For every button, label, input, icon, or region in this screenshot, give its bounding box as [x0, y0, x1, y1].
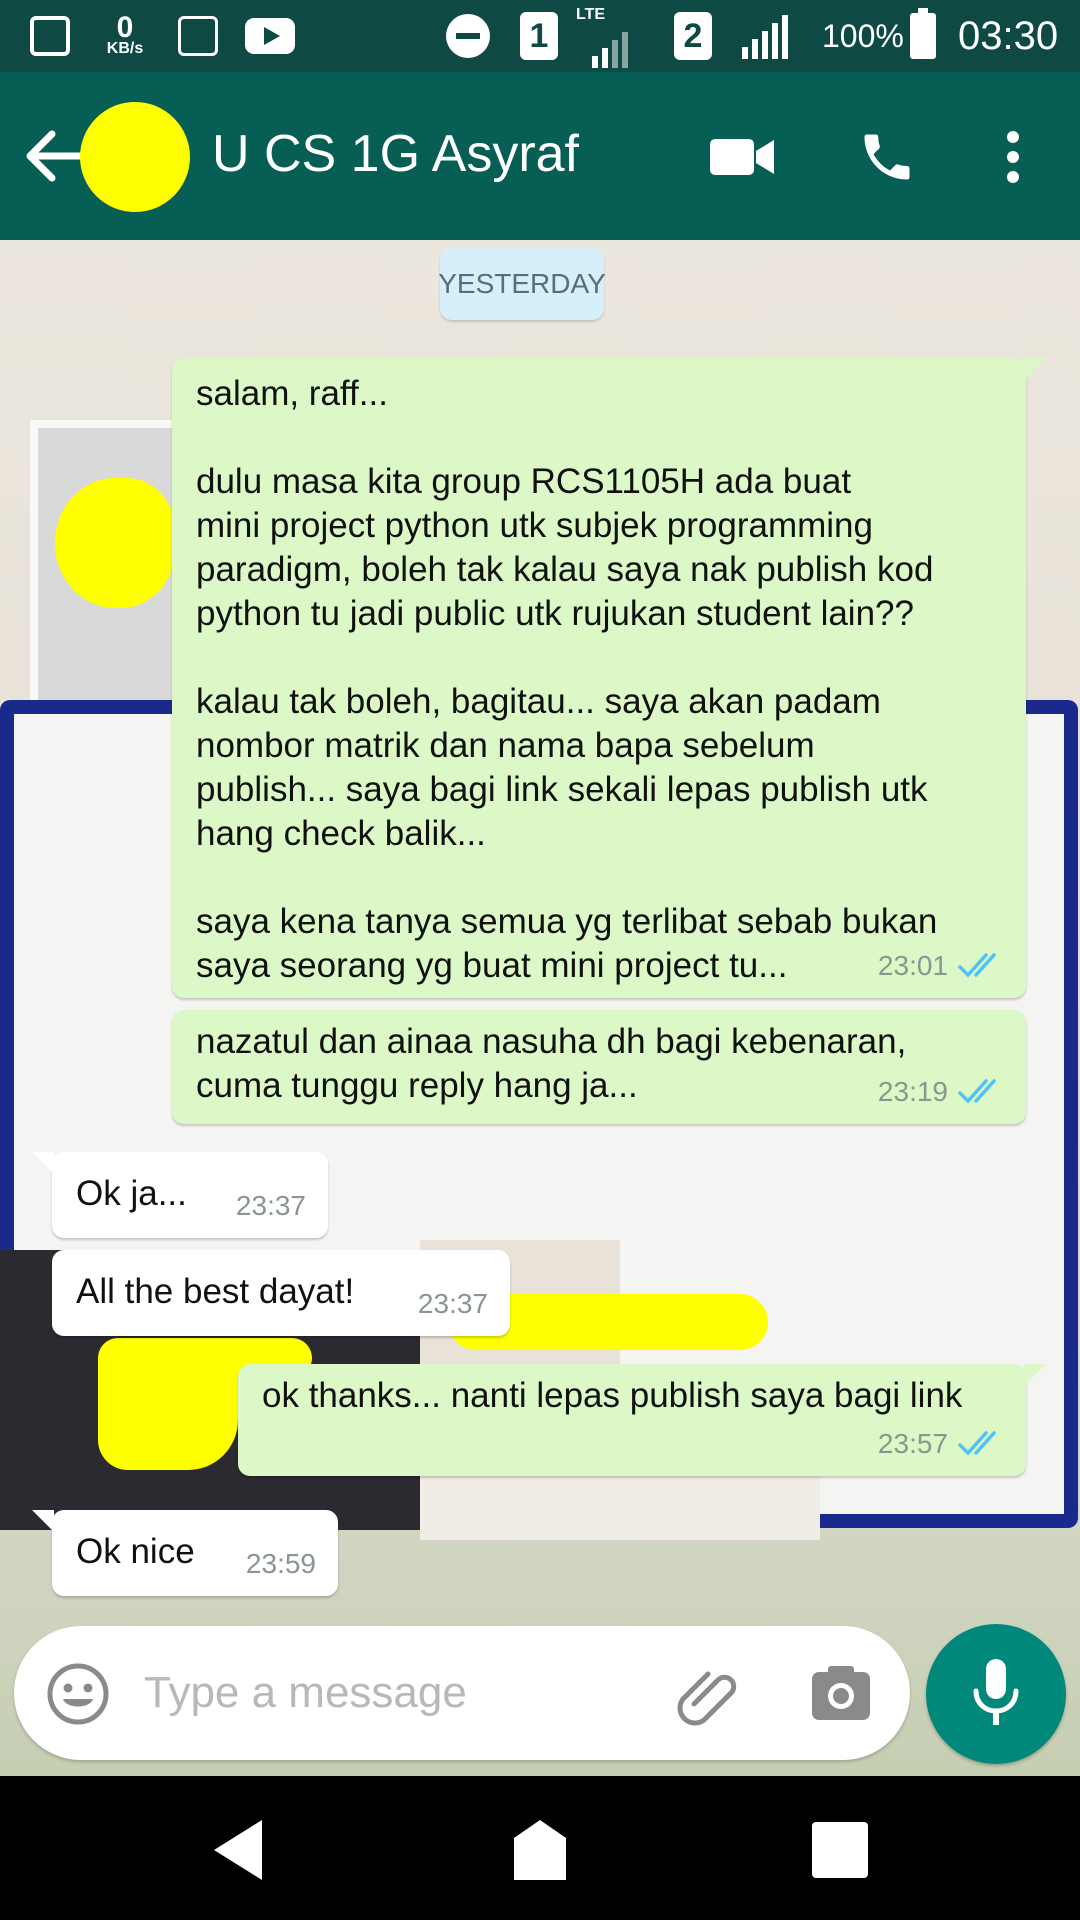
sim2-icon: 2 — [674, 0, 712, 72]
emoji-icon[interactable] — [46, 1662, 110, 1726]
battery-percent: 100% — [822, 17, 904, 54]
status-bar: 0 KB/s 1 LTE 2 100% 03:30 — [0, 0, 1080, 72]
nav-back-icon[interactable] — [200, 1810, 280, 1890]
message-bubble-incoming[interactable]: Ok nice 23:59 — [32, 1510, 338, 1596]
chat-header: U CS 1G Asyraf — [0, 72, 1080, 240]
net-speed: 0 KB/s — [98, 0, 152, 72]
do-not-disturb-icon — [446, 0, 490, 72]
message-bubble-outgoing[interactable]: salam, raff... dulu masa kita group RCS1… — [172, 358, 1046, 998]
read-receipt-icon — [958, 1079, 996, 1104]
battery-icon — [910, 0, 936, 72]
message-meta: 23:57 — [878, 1422, 1004, 1466]
avatar[interactable] — [80, 102, 190, 212]
signal-icon — [742, 0, 788, 72]
message-input[interactable]: Type a message — [144, 1668, 467, 1718]
mic-icon — [973, 1659, 1019, 1725]
message-bubble-outgoing[interactable]: nazatul dan ainaa nasuha dh bagi kebenar… — [172, 1010, 1026, 1124]
message-time: 23:57 — [877, 1428, 948, 1459]
gallery-icon — [178, 0, 218, 72]
message-meta: 23:37 — [418, 1282, 488, 1326]
date-divider: YESTERDAY — [438, 248, 606, 320]
message-bubble-outgoing[interactable]: ok thanks... nanti lepas publish saya ba… — [238, 1364, 1046, 1476]
net-speed-value: 0 — [116, 11, 134, 44]
sim1-label: 1 — [520, 12, 558, 60]
mic-button[interactable] — [926, 1624, 1066, 1764]
net-speed-unit: KB/s — [106, 40, 144, 57]
more-options-icon[interactable] — [968, 112, 1058, 202]
sim1-icon: 1 — [520, 0, 558, 72]
message-time: 23:37 — [417, 1288, 488, 1319]
message-meta: 23:59 — [246, 1542, 316, 1586]
message-time: 23:37 — [235, 1190, 306, 1221]
nav-home-icon[interactable] — [500, 1810, 580, 1890]
message-time: 23:19 — [877, 1076, 948, 1107]
message-bubble-incoming[interactable]: All the best dayat! 23:37 — [52, 1250, 510, 1336]
navigation-bar — [0, 1776, 1080, 1920]
clock: 03:30 — [958, 13, 1059, 58]
message-meta: 23:01 — [878, 944, 1004, 988]
message-text: salam, raff... dulu masa kita group RCS1… — [196, 374, 938, 985]
chat-area[interactable]: YESTERDAY salam, raff... dulu masa kita … — [0, 240, 1080, 1776]
message-bubble-incoming[interactable]: Ok ja... 23:37 — [32, 1152, 328, 1238]
message-time: 23:59 — [245, 1548, 316, 1579]
message-time: 23:01 — [877, 950, 948, 981]
message-composer[interactable]: Type a message — [14, 1626, 910, 1760]
screen-mirror-icon — [30, 0, 70, 72]
camera-icon[interactable] — [810, 1664, 872, 1722]
network-type: LTE — [576, 6, 606, 23]
message-meta: 23:19 — [878, 1070, 1004, 1114]
nav-recents-icon[interactable] — [800, 1810, 880, 1890]
attach-icon[interactable] — [674, 1660, 740, 1726]
redaction-mark — [55, 478, 175, 608]
read-receipt-icon — [958, 953, 996, 978]
contact-name[interactable]: U CS 1G Asyraf — [212, 124, 579, 184]
lte-signal-icon: LTE — [572, 0, 642, 72]
message-meta: 23:37 — [236, 1184, 306, 1228]
video-call-icon[interactable] — [698, 112, 788, 202]
sim2-label: 2 — [674, 12, 712, 60]
message-text: ok thanks... nanti lepas publish saya ba… — [262, 1376, 963, 1415]
redaction-mark — [98, 1340, 238, 1470]
youtube-icon — [245, 0, 295, 72]
voice-call-icon[interactable] — [842, 112, 932, 202]
read-receipt-icon — [958, 1431, 996, 1456]
